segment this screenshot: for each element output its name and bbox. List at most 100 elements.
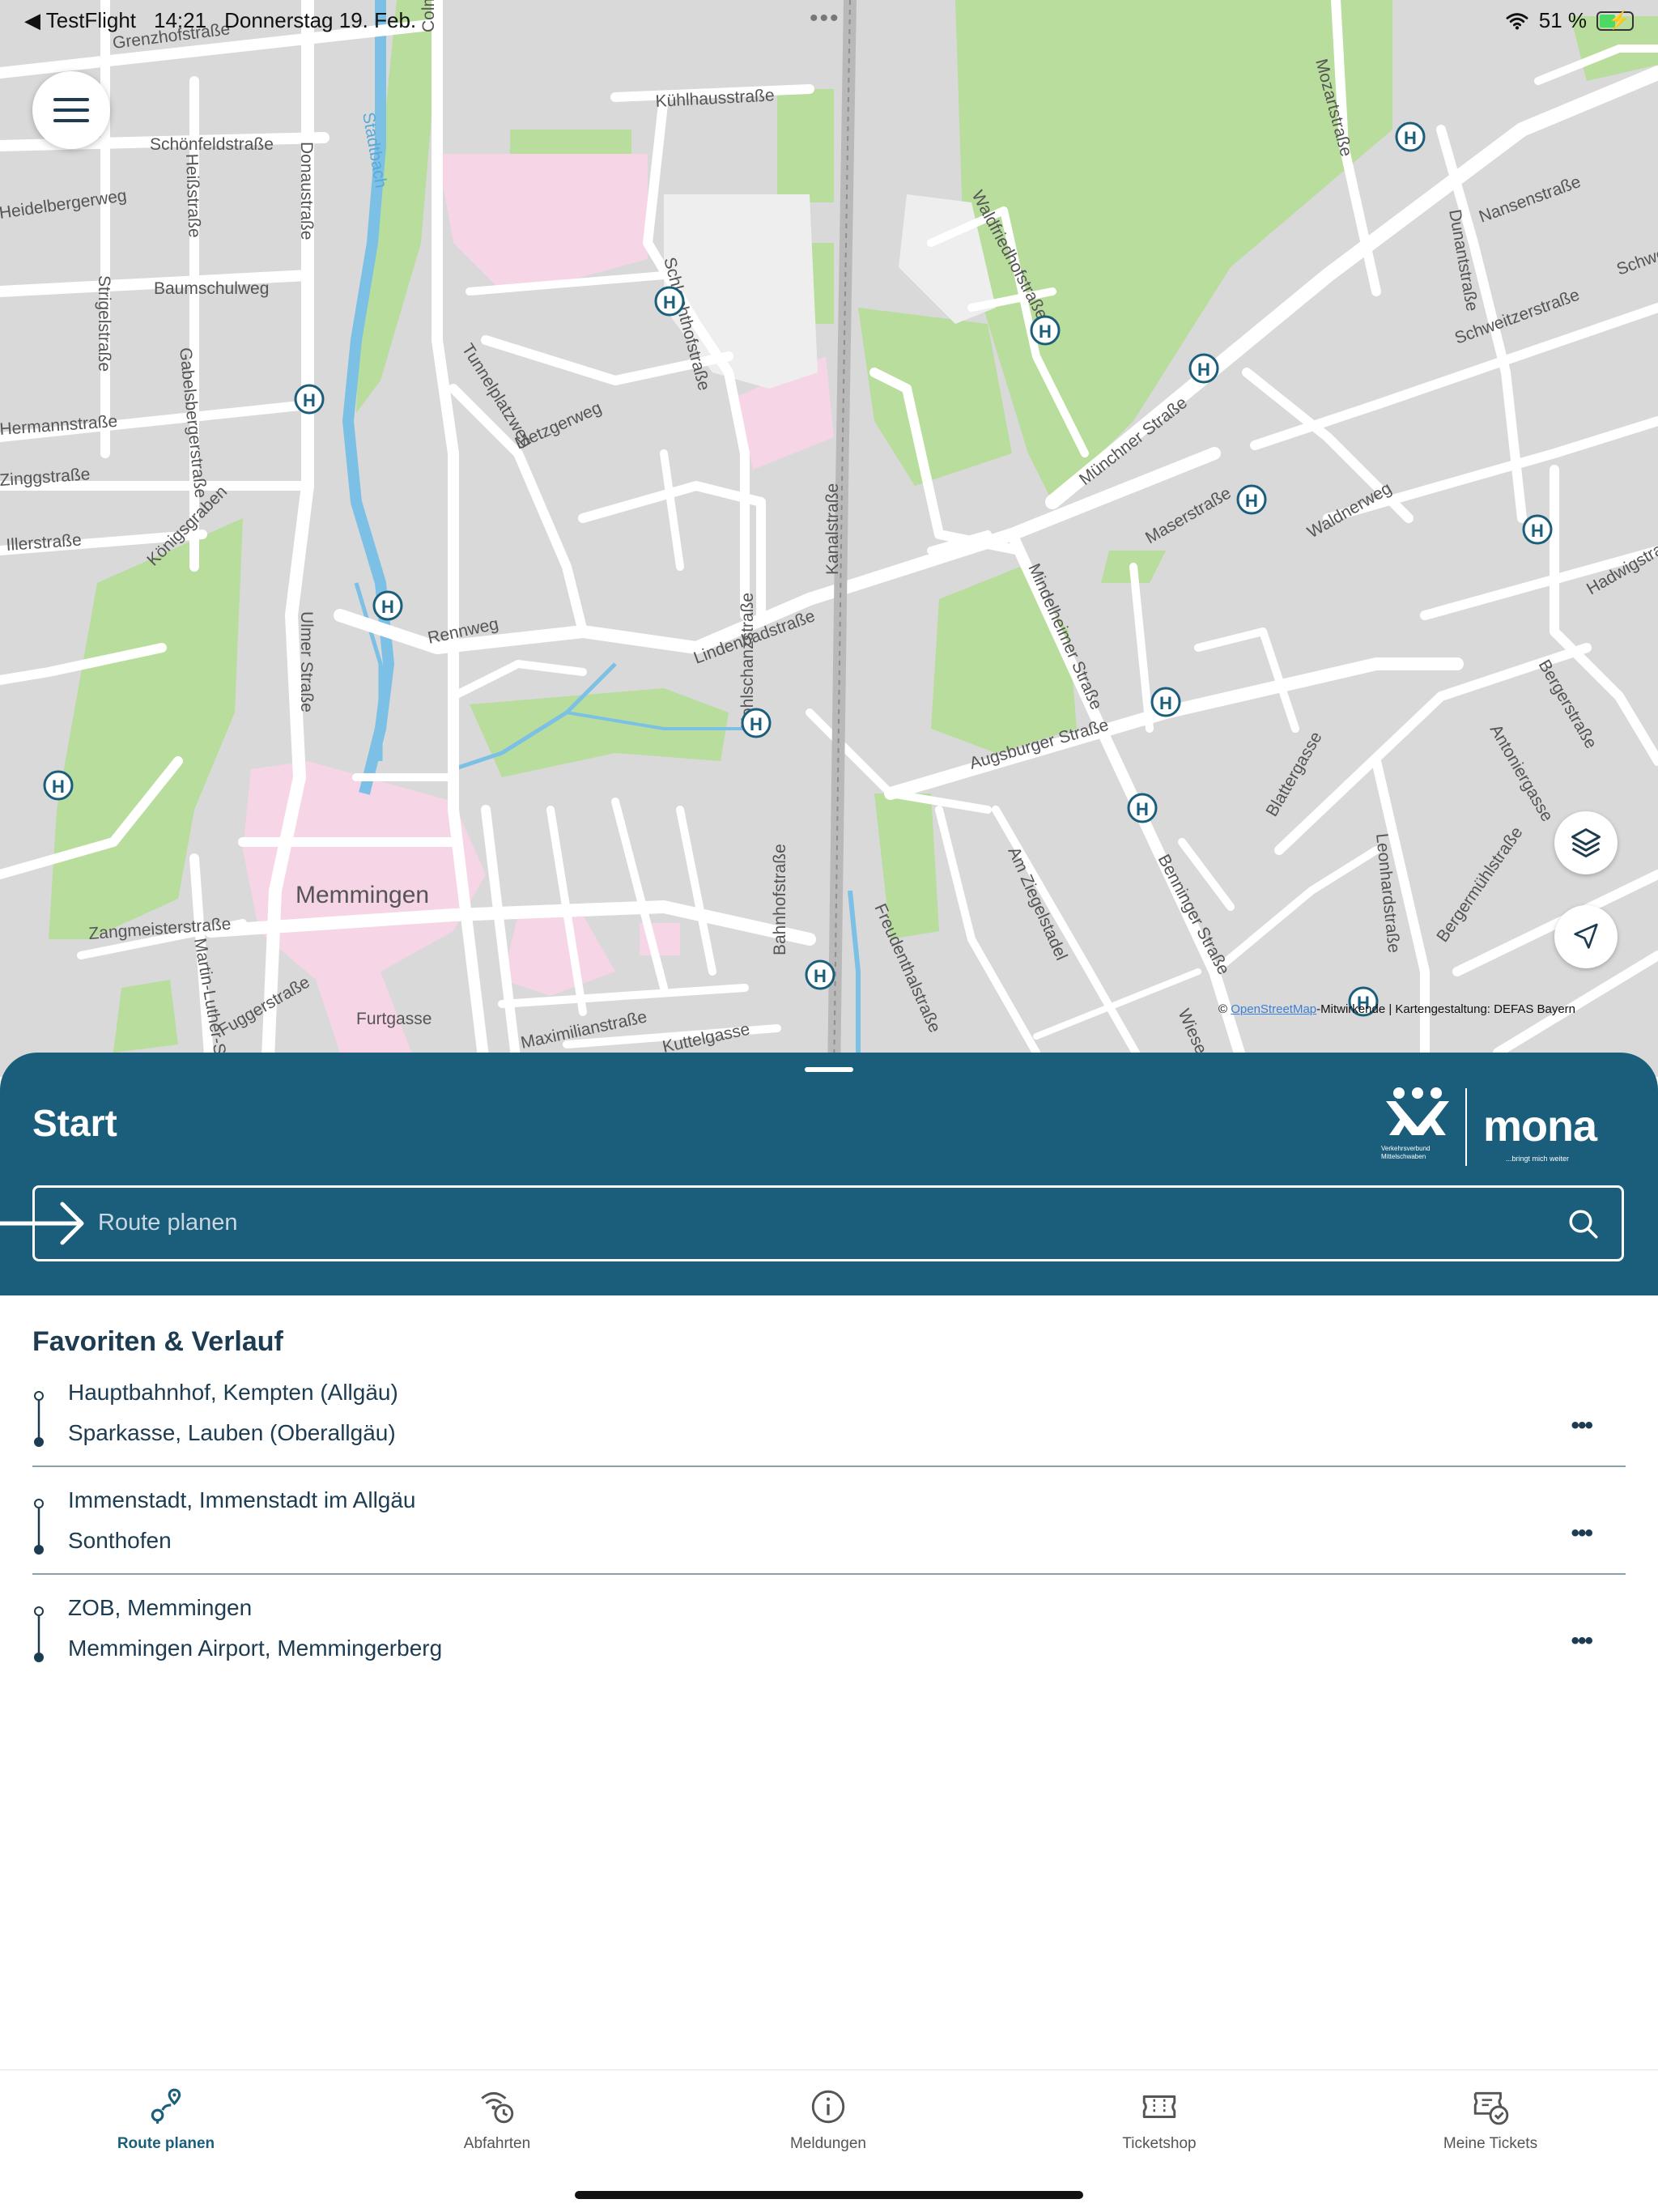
tab-label: Meldungen bbox=[789, 2135, 867, 2152]
menu-button[interactable] bbox=[32, 71, 110, 149]
route-search-placeholder: Route planen bbox=[98, 1210, 238, 1236]
tab-label: Abfahrten bbox=[463, 2135, 531, 2152]
route-destination: Memmingen Airport, Memmingerberg bbox=[68, 1636, 443, 1661]
back-to-app-link[interactable]: ◀ TestFlight bbox=[24, 8, 136, 33]
route-line-icon bbox=[34, 1606, 44, 1662]
bus-stop-icon[interactable]: H bbox=[372, 590, 403, 621]
street-label: Donaustraße bbox=[297, 142, 316, 240]
wifi-icon bbox=[1506, 12, 1528, 30]
street-label: Kuttelgasse bbox=[661, 1020, 751, 1057]
bus-stop-icon[interactable]: H bbox=[1395, 121, 1426, 152]
logo-divider bbox=[1465, 1088, 1467, 1166]
tab-label: Ticketshop bbox=[1122, 2135, 1197, 2152]
more-options-icon[interactable]: ••• bbox=[1571, 1520, 1592, 1547]
route-search-field[interactable]: Route planen bbox=[0, 1185, 1624, 1261]
street-label: Kühlhausstraße bbox=[655, 86, 775, 111]
bus-stop-icon[interactable]: H bbox=[43, 770, 74, 801]
favorites-title: Favoriten & Verlauf bbox=[32, 1326, 283, 1357]
favorite-route-item[interactable]: Hauptbahnhof, Kempten (Allgäu) Sparkasse… bbox=[32, 1380, 1626, 1487]
tab-meine-tickets[interactable]: Meine Tickets bbox=[1369, 2087, 1612, 2153]
route-destination: Sonthofen bbox=[68, 1528, 172, 1553]
svg-text:H: H bbox=[1245, 491, 1258, 511]
svg-text:H: H bbox=[663, 292, 676, 313]
svg-text:H: H bbox=[52, 776, 65, 797]
street-label: Maserstraße bbox=[1142, 483, 1235, 547]
bus-stop-icon[interactable]: H bbox=[1030, 315, 1061, 346]
favorite-route-item[interactable]: Immenstadt, Immenstadt im Allgäu Sonthof… bbox=[32, 1487, 1626, 1595]
tab-route-planen[interactable]: Route planen bbox=[45, 2087, 287, 2153]
svg-text:H: H bbox=[303, 390, 316, 410]
mona-tagline: ...bringt mich weiter bbox=[1506, 1155, 1570, 1163]
tab-meldungen[interactable]: Meldungen bbox=[707, 2087, 950, 2153]
arrow-right-icon bbox=[0, 1202, 84, 1245]
svg-text:H: H bbox=[1531, 521, 1544, 541]
bus-stop-icon[interactable]: H bbox=[1522, 514, 1553, 545]
tab-ticketshop[interactable]: Ticketshop bbox=[1038, 2087, 1281, 2153]
bus-stop-icon[interactable]: H bbox=[1188, 353, 1219, 384]
street-label: Waldnerweg bbox=[1304, 479, 1395, 542]
favorite-route-item[interactable]: ZOB, Memmingen Memmingen Airport, Memmin… bbox=[32, 1595, 1626, 1703]
home-indicator[interactable] bbox=[575, 2191, 1083, 2199]
bus-stop-icon[interactable]: H bbox=[654, 286, 685, 317]
route-origin: Hauptbahnhof, Kempten (Allgäu) bbox=[68, 1380, 398, 1405]
mona-logo: Verkehrsverbund Mittelschwaben mona ...b… bbox=[1376, 1085, 1619, 1169]
route-destination: Sparkasse, Lauben (Oberallgäu) bbox=[68, 1420, 396, 1445]
street-label: Bergermühlstraße bbox=[1433, 823, 1526, 946]
bus-stop-icon[interactable]: H bbox=[1150, 687, 1181, 717]
vvm-logo-icon bbox=[1386, 1087, 1449, 1135]
hamburger-icon-bar bbox=[53, 98, 89, 101]
street-label: Am Ziegelstadel bbox=[1004, 844, 1070, 963]
street-label: Benninger Straße bbox=[1154, 852, 1234, 978]
status-bar: ◀ TestFlight 14:21 Donnerstag 19. Feb. •… bbox=[0, 0, 1658, 39]
street-label: Ulmer Straße bbox=[297, 611, 316, 713]
svg-text:H: H bbox=[381, 597, 394, 617]
svg-text:H: H bbox=[814, 966, 827, 986]
bus-stop-icon[interactable]: H bbox=[805, 959, 835, 990]
battery-icon: ⚡ bbox=[1596, 10, 1634, 31]
search-icon[interactable] bbox=[1567, 1207, 1601, 1241]
street-label: Schönfeldstraße bbox=[150, 135, 274, 154]
tab-label: Route planen bbox=[117, 2135, 215, 2152]
map-attribution: © OpenStreetMap-Mitwirkende | Kartengest… bbox=[1218, 1002, 1575, 1016]
route-line-icon bbox=[34, 1499, 44, 1555]
street-label: Bahnhofstraße bbox=[771, 844, 789, 955]
bottom-sheet-header: Start Verkehrsverbund Mittelschwaben mon… bbox=[0, 1053, 1658, 1295]
map-view[interactable]: Grenzhofstraße Schönfeldstraße Baumschul… bbox=[0, 0, 1658, 1077]
svg-text:H: H bbox=[1136, 799, 1149, 819]
city-label: Memmingen bbox=[295, 882, 429, 908]
svg-text:H: H bbox=[1159, 693, 1172, 713]
bus-stop-icon[interactable]: H bbox=[1236, 484, 1267, 515]
map-layers-button[interactable] bbox=[1554, 811, 1618, 874]
route-line-icon bbox=[34, 1391, 44, 1447]
street-label: Blattergasse bbox=[1262, 729, 1325, 820]
svg-text:H: H bbox=[750, 714, 763, 734]
street-label: Furtgasse bbox=[356, 1010, 432, 1028]
list-divider bbox=[32, 1573, 1626, 1575]
bus-stop-icon[interactable]: H bbox=[741, 708, 772, 738]
openstreetmap-link[interactable]: OpenStreetMap bbox=[1231, 1002, 1316, 1016]
departures-icon bbox=[481, 2091, 514, 2124]
route-pin-icon bbox=[151, 2088, 181, 2124]
svg-text:H: H bbox=[1404, 128, 1417, 148]
battery-percentage: 51 % bbox=[1538, 8, 1587, 32]
svg-text:H: H bbox=[1039, 321, 1052, 342]
attribution-copyright: © bbox=[1218, 1002, 1231, 1016]
bus-stop-icon[interactable]: H bbox=[1127, 793, 1158, 823]
info-icon bbox=[811, 2090, 845, 2124]
route-origin: ZOB, Memmingen bbox=[68, 1595, 253, 1620]
bus-stop-icon[interactable]: H bbox=[294, 384, 325, 415]
more-options-icon[interactable]: ••• bbox=[1571, 1412, 1592, 1440]
tab-abfahrten[interactable]: Abfahrten bbox=[376, 2087, 619, 2153]
location-arrow-icon bbox=[1574, 923, 1598, 949]
attribution-text: -Mitwirkende | Kartengestaltung: DEFAS B… bbox=[1316, 1002, 1576, 1016]
street-label: Schweizerstraße bbox=[1614, 219, 1658, 279]
multitasking-dots-icon[interactable]: ••• bbox=[810, 5, 840, 32]
sheet-grabber-handle[interactable] bbox=[805, 1067, 853, 1072]
more-options-icon[interactable]: ••• bbox=[1571, 1627, 1592, 1655]
street-label: Baumschulweg bbox=[154, 279, 269, 298]
locate-me-button[interactable] bbox=[1554, 905, 1618, 968]
status-time: 14:21 bbox=[154, 8, 207, 32]
ticket-icon bbox=[1142, 2095, 1176, 2118]
street-label: Kanalstraße bbox=[823, 483, 842, 575]
map-canvas[interactable]: Grenzhofstraße Schönfeldstraße Baumschul… bbox=[0, 0, 1658, 1077]
